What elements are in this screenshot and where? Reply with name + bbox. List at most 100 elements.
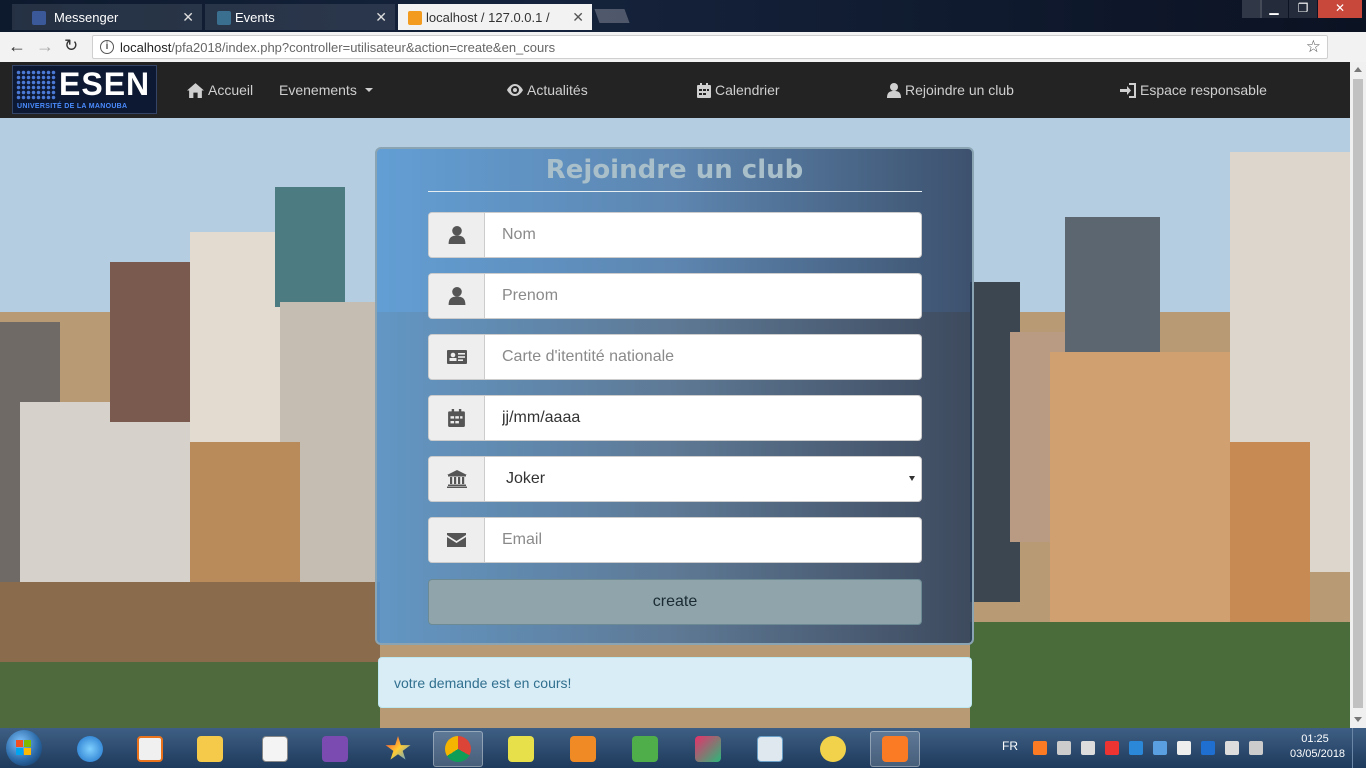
database-tool-icon[interactable]	[496, 731, 546, 767]
tab-messenger[interactable]: Messenger ✕	[12, 4, 202, 30]
minimize-button[interactable]: ▁	[1260, 0, 1288, 18]
language-indicator[interactable]: FR	[1002, 739, 1018, 753]
title-divider	[428, 191, 922, 192]
nav-espace-responsable[interactable]: Espace responsable	[1120, 82, 1267, 98]
file-explorer-icon[interactable]	[185, 731, 235, 767]
xampp-icon[interactable]	[870, 731, 920, 767]
tab-events[interactable]: Events ✕	[205, 4, 395, 30]
close-tab-icon[interactable]: ✕	[182, 9, 194, 26]
nav-label: Espace responsable	[1140, 82, 1267, 98]
volume-icon[interactable]	[1081, 741, 1095, 755]
nav-label: Rejoindre un club	[905, 82, 1014, 98]
close-tab-icon[interactable]: ✕	[375, 9, 387, 26]
battery-icon[interactable]	[1225, 741, 1239, 755]
nav-calendrier[interactable]: Calendrier	[697, 82, 780, 98]
reload-icon[interactable]: ↻	[64, 36, 78, 56]
calendar-icon	[448, 409, 465, 427]
nav-evenements-dropdown[interactable]: Evenements	[279, 82, 373, 98]
cin-input[interactable]	[486, 335, 921, 379]
form-title: Rejoindre un club	[545, 155, 804, 185]
system-clock[interactable]: 01:25 03/05/2018	[1290, 733, 1346, 760]
sync-app-icon[interactable]	[683, 731, 733, 767]
esen-logo[interactable]: ESEN UNIVERSITÉ DE LA MANOUBA	[12, 65, 157, 114]
url-text: localhost/pfa2018/index.php?controller=u…	[120, 40, 555, 55]
prenom-addon	[429, 274, 485, 318]
visual-studio-icon[interactable]	[310, 731, 360, 767]
email-input[interactable]	[486, 518, 921, 562]
close-window-button[interactable]: ✕	[1318, 0, 1362, 18]
site-navbar: ESEN UNIVERSITÉ DE LA MANOUBA Accueil Ev…	[0, 62, 1350, 118]
star-app-icon[interactable]	[373, 731, 423, 767]
start-button[interactable]	[6, 730, 42, 766]
profile-button[interactable]	[1242, 0, 1262, 18]
action-center-icon[interactable]	[1177, 741, 1191, 755]
chart-app-icon[interactable]	[620, 731, 670, 767]
prenom-field-group	[428, 273, 922, 319]
cin-field-group	[428, 334, 922, 380]
clock-time: 01:25	[1301, 733, 1329, 745]
nav-rejoindre-club[interactable]: Rejoindre un club	[887, 82, 1014, 98]
date-input[interactable]	[486, 396, 921, 440]
video-app-icon[interactable]	[745, 731, 795, 767]
page-scrollbar[interactable]	[1350, 62, 1366, 728]
nav-actualites[interactable]: Actualités	[507, 82, 588, 98]
clock-date: 03/05/2018	[1290, 748, 1346, 760]
logo-word: ESEN	[59, 66, 151, 102]
tab-title: Messenger	[54, 10, 119, 25]
date-addon	[429, 396, 485, 440]
new-tab-button[interactable]	[594, 9, 630, 23]
antivirus-tray-icon[interactable]	[1105, 741, 1119, 755]
page-icon	[217, 11, 231, 25]
calendar-icon	[697, 82, 711, 98]
address-bar[interactable]: i localhost/pfa2018/index.php?controller…	[92, 35, 1328, 59]
tray-icon[interactable]	[1153, 741, 1167, 755]
network-icon[interactable]	[1249, 741, 1263, 755]
info-icon[interactable]: i	[100, 40, 114, 54]
create-button[interactable]: create	[428, 579, 922, 625]
tray-icon[interactable]	[1129, 741, 1143, 755]
notepad-icon[interactable]	[250, 731, 300, 767]
page-viewport: ESEN UNIVERSITÉ DE LA MANOUBA Accueil Ev…	[0, 62, 1350, 728]
nom-field-group	[428, 212, 922, 258]
select-arrow-icon[interactable]	[909, 476, 915, 481]
bookmark-star-icon[interactable]: ☆	[1306, 37, 1321, 57]
media-player-icon[interactable]	[125, 731, 175, 767]
home-icon	[187, 82, 204, 98]
nav-label: Actualités	[527, 82, 588, 98]
url-host: localhost	[120, 40, 172, 55]
show-desktop-button[interactable]	[1352, 728, 1366, 768]
internet-explorer-icon[interactable]	[65, 731, 115, 767]
user-icon	[448, 226, 465, 244]
club-select[interactable]: Joker	[486, 457, 921, 501]
chrome-icon[interactable]	[433, 731, 483, 767]
sublime-text-icon[interactable]	[558, 731, 608, 767]
back-icon[interactable]: ←	[8, 36, 26, 57]
nom-input[interactable]	[486, 213, 921, 257]
date-field-group	[428, 395, 922, 441]
sql-tool-icon[interactable]	[808, 731, 858, 767]
restore-button[interactable]: ❐	[1289, 0, 1317, 18]
bluetooth-icon[interactable]	[1201, 741, 1215, 755]
id-card-icon	[446, 350, 467, 364]
close-tab-icon[interactable]: ✕	[572, 9, 584, 26]
windows-logo-icon	[16, 740, 32, 756]
browser-toolbar: ← → ↻ i localhost/pfa2018/index.php?cont…	[0, 32, 1366, 62]
club-select-group: Joker	[428, 456, 922, 502]
tray-icon[interactable]	[1057, 741, 1071, 755]
status-alert: votre demande est en cours!	[378, 657, 972, 708]
forward-icon[interactable]: →	[36, 36, 54, 57]
scroll-down-icon[interactable]	[1354, 717, 1362, 722]
xampp-tray-icon[interactable]	[1033, 741, 1047, 755]
tab-title: localhost / 127.0.0.1 / pfa	[426, 10, 554, 25]
scroll-thumb[interactable]	[1353, 79, 1363, 708]
logo-dots-graphic	[16, 70, 56, 100]
nom-addon	[429, 213, 485, 257]
envelope-icon	[447, 533, 466, 547]
nav-label: Evenements	[279, 82, 357, 98]
scroll-up-icon[interactable]	[1354, 67, 1362, 72]
tab-phpmyadmin[interactable]: localhost / 127.0.0.1 / pfa ✕	[398, 4, 592, 30]
window-controls: ▁ ❐ ✕	[1259, 0, 1362, 18]
nav-accueil[interactable]: Accueil	[187, 82, 253, 98]
eye-icon	[507, 84, 523, 96]
prenom-input[interactable]	[486, 274, 921, 318]
